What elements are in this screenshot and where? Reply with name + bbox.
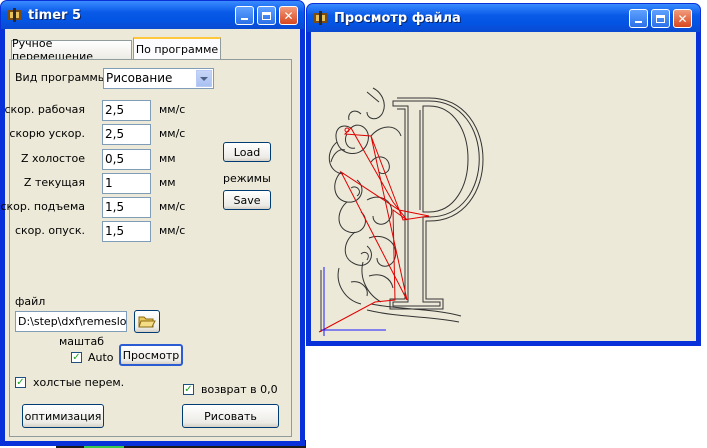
program-type-label: Вид программы xyxy=(15,71,107,84)
preview-window: Просмотр файла ✕ xyxy=(306,3,701,346)
timer-window-title: timer 5 xyxy=(28,8,82,23)
tab-manual-move[interactable]: Ручное перемещение xyxy=(11,37,132,63)
param-label-lift-speed: скор. подъема xyxy=(0,200,85,213)
close-button[interactable]: ✕ xyxy=(279,6,298,25)
close-icon: ✕ xyxy=(677,11,688,26)
chevron-down-icon[interactable] xyxy=(196,70,212,87)
timer-titlebar[interactable]: timer 5 ✕ xyxy=(1,1,304,29)
app-icon xyxy=(314,11,327,25)
tab-by-program[interactable]: По программе xyxy=(133,37,221,60)
param-input-accel-speed[interactable]: 2,5 xyxy=(102,124,151,145)
timer-client: Ручное перемещение По программе Вид прог… xyxy=(0,29,300,441)
optimize-button[interactable]: оптимизация xyxy=(22,404,104,428)
return-zero-checkbox[interactable]: ✓ xyxy=(183,384,194,395)
browse-button[interactable] xyxy=(134,310,160,333)
param-unit-lift-speed: мм/с xyxy=(159,200,186,213)
param-input-lift-speed[interactable]: 1,5 xyxy=(102,197,151,218)
param-label-work-speed: скор. рабочая xyxy=(4,103,86,116)
file-label: файл xyxy=(15,295,46,308)
close-icon: ✕ xyxy=(283,8,294,23)
auto-label: Auto xyxy=(88,351,114,364)
param-unit-accel-speed: мм/с xyxy=(159,127,186,140)
auto-checkbox[interactable]: ✓ xyxy=(71,352,82,363)
param-input-z-idle[interactable]: 0,5 xyxy=(102,149,151,170)
load-button[interactable]: Load xyxy=(223,142,271,162)
minimize-button[interactable] xyxy=(629,9,648,28)
app-icon xyxy=(8,8,21,22)
maximize-button[interactable] xyxy=(651,9,670,28)
param-input-lower-speed[interactable]: 1,5 xyxy=(102,221,151,242)
scale-label: маштаб xyxy=(59,335,105,348)
param-unit-z-idle: мм xyxy=(159,152,176,165)
param-label-z-idle: Z холостое xyxy=(21,152,85,165)
preview-titlebar[interactable]: Просмотр файла ✕ xyxy=(307,4,700,32)
folder-open-icon xyxy=(138,316,156,328)
param-input-work-speed[interactable]: 2,5 xyxy=(102,100,151,121)
preview-window-title: Просмотр файла xyxy=(334,11,461,26)
minimize-icon xyxy=(635,21,642,23)
maximize-icon xyxy=(262,11,271,20)
minimize-button[interactable] xyxy=(235,6,254,25)
param-unit-lower-speed: мм/с xyxy=(159,224,186,237)
close-button[interactable]: ✕ xyxy=(673,9,692,28)
idle-moves-checkbox[interactable]: ✓ xyxy=(15,377,26,388)
param-label-accel-speed: скорю ускор. xyxy=(9,127,85,140)
modes-label: режимы xyxy=(223,172,271,185)
param-label-lower-speed: скор. опуск. xyxy=(14,224,85,237)
preview-button[interactable]: Просмотр xyxy=(119,344,183,366)
maximize-button[interactable] xyxy=(257,6,276,25)
letter-p-drawing xyxy=(389,97,484,310)
timer-window: timer 5 ✕ Ручное перемещение По программ… xyxy=(0,0,305,446)
minimize-icon xyxy=(241,18,248,20)
draw-button[interactable]: Рисовать xyxy=(182,404,279,428)
save-button[interactable]: Save xyxy=(223,190,271,210)
return-zero-label: возврат в 0,0 xyxy=(201,383,278,396)
program-type-select[interactable]: Рисование xyxy=(103,68,214,89)
dxf-preview-canvas xyxy=(318,87,484,336)
param-input-z-current[interactable]: 1 xyxy=(102,173,151,194)
param-unit-z-current: мм xyxy=(159,176,176,189)
param-unit-work-speed: мм/с xyxy=(159,103,186,116)
maximize-icon xyxy=(656,14,665,23)
file-path-input[interactable]: D:\step\dxf\remeslo.d xyxy=(15,311,127,332)
preview-client xyxy=(311,32,696,341)
idle-moves-label: холстые перем. xyxy=(33,376,125,389)
param-label-z-current: Z текущая xyxy=(23,176,85,189)
